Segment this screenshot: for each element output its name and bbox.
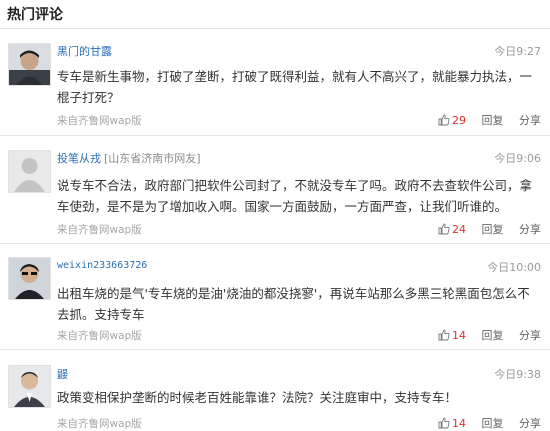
like-button[interactable]: 24	[438, 223, 466, 236]
avatar[interactable]	[8, 365, 51, 408]
comment-source: 来自齐鲁网wap版	[57, 418, 142, 430]
comments-header: 热门评论	[0, 0, 550, 29]
comment-text: 政策变相保护垄断的时候老百姓能靠谁？法院？关注庭审中，支持专车！	[57, 390, 458, 405]
comment-username[interactable]: 黑门的甘露	[57, 43, 112, 59]
like-button[interactable]: 14	[438, 329, 466, 342]
comment-actions: 29 回复 分享	[438, 112, 541, 128]
like-count: 14	[452, 417, 466, 430]
comment-time: 今日9:27	[494, 45, 541, 58]
username-link[interactable]: 投笔从戎	[57, 152, 101, 165]
comment-username[interactable]: weixin233663726	[57, 260, 147, 271]
like-count: 24	[452, 223, 466, 236]
comment-actions: 24 回复 分享	[438, 221, 541, 237]
comment-actions: 14 回复 分享	[438, 415, 541, 431]
comment-actions: 14 回复 分享	[438, 327, 541, 343]
avatar[interactable]	[8, 150, 51, 193]
share-button[interactable]: 分享	[519, 221, 541, 237]
user-photo-icon	[9, 44, 50, 85]
like-button[interactable]: 14	[438, 417, 466, 430]
user-photo-icon	[9, 258, 50, 299]
comment-text: 出租车烧的是气'专车烧的是油'烧油的都没挠寥'，再说车站那么多黑三轮黑面包怎么不…	[57, 286, 530, 322]
comment-text: 专车是新生事物，打破了垄断，打破了既得利益，就有人不高兴了，就能暴力执法，一棍子…	[57, 69, 533, 105]
avatar[interactable]	[8, 257, 51, 300]
share-button[interactable]: 分享	[519, 112, 541, 128]
reply-button[interactable]: 回复	[482, 415, 504, 431]
comment-time: 今日10:00	[487, 261, 541, 274]
reply-button[interactable]: 回复	[482, 221, 504, 237]
thumbs-up-icon	[438, 114, 450, 126]
like-button[interactable]: 29	[438, 114, 466, 127]
thumbs-up-icon	[438, 329, 450, 341]
comment-divider	[0, 349, 550, 350]
reply-button[interactable]: 回复	[482, 112, 504, 128]
comment-divider	[0, 135, 550, 136]
comment-item: weixin233663726 今日10:00 出租车烧的是气'专车烧的是油'烧…	[0, 253, 550, 349]
user-photo-icon	[9, 366, 50, 407]
comment-username[interactable]: 鼹	[57, 366, 68, 382]
comment-source: 来自齐鲁网wap版	[57, 224, 142, 236]
comment-time: 今日9:06	[494, 152, 541, 165]
default-avatar-icon	[9, 151, 50, 192]
share-button[interactable]: 分享	[519, 415, 541, 431]
section-title: 热门评论	[7, 7, 63, 23]
user-location: [山东省济南市网友]	[104, 152, 201, 165]
like-count: 14	[452, 329, 466, 342]
comment-source: 来自齐鲁网wap版	[57, 330, 142, 342]
comment-item: 投笔从戎 [山东省济南市网友] 今日9:06 说专车不合法，政府部门把软件公司封了…	[0, 145, 550, 243]
thumbs-up-icon	[438, 223, 450, 235]
like-count: 29	[452, 114, 466, 127]
thumbs-up-icon	[438, 417, 450, 429]
comment-item: 黑门的甘露 今日9:27 专车是新生事物，打破了垄断，打破了既得利益，就有人不高…	[0, 38, 550, 135]
reply-button[interactable]: 回复	[482, 327, 504, 343]
comment-username: 投笔从戎 [山东省济南市网友]	[57, 150, 201, 166]
share-button[interactable]: 分享	[519, 327, 541, 343]
comment-divider	[0, 243, 550, 244]
header-divider	[0, 28, 550, 29]
avatar[interactable]	[8, 43, 51, 86]
comment-time: 今日9:38	[494, 368, 541, 381]
comment-source: 来自齐鲁网wap版	[57, 115, 142, 127]
comment-text: 说专车不合法，政府部门把软件公司封了，不就没专车了吗。政府不去查软件公司，拿车使…	[57, 178, 533, 214]
comment-item: 鼹 今日9:38 政策变相保护垄断的时候老百姓能靠谁？法院？关注庭审中，支持专车…	[0, 359, 550, 430]
